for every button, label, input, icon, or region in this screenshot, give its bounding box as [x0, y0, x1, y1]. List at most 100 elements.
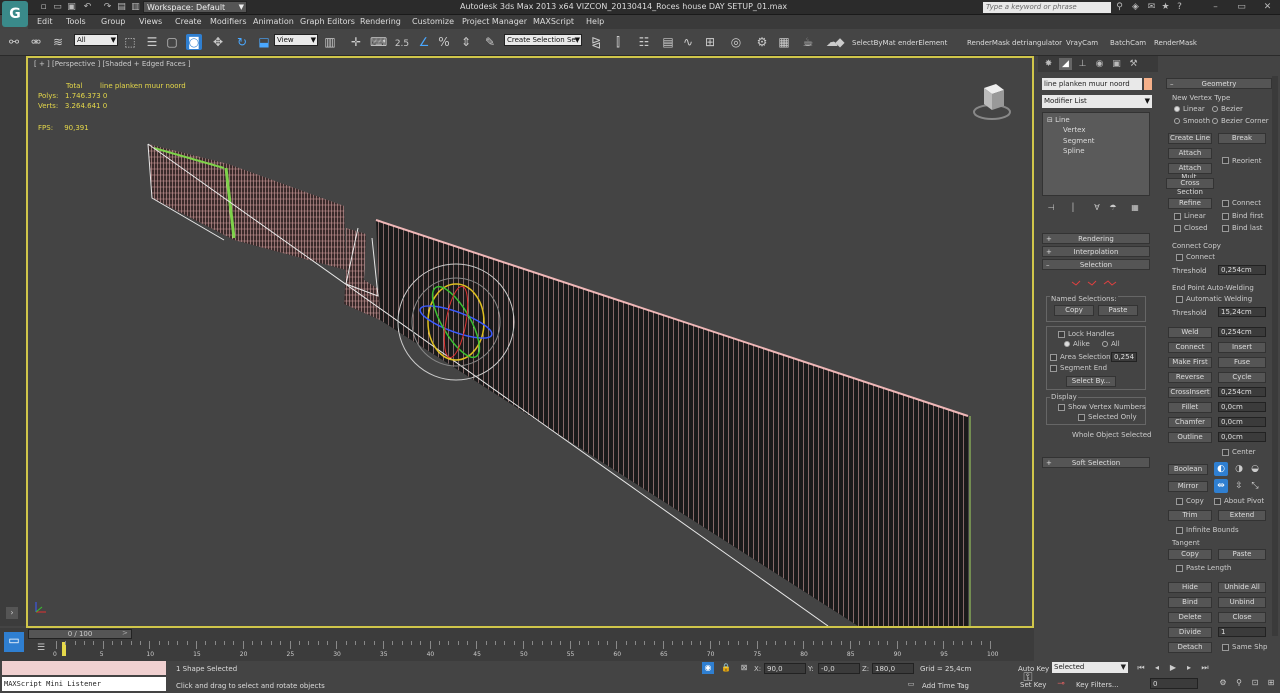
render-setup-icon[interactable]: ⚙	[754, 34, 770, 50]
graphite-ribbon-icon[interactable]: ▤	[660, 34, 676, 50]
app-logo-icon[interactable]: G	[2, 1, 28, 27]
maxscript-output[interactable]	[2, 661, 166, 675]
chamfer-button[interactable]: Chamfer	[1168, 417, 1212, 428]
align-icon[interactable]: ⫿	[610, 34, 626, 50]
redo-icon[interactable]: ↷	[102, 2, 113, 13]
menu-rendering[interactable]: Rendering	[360, 17, 401, 26]
divide-spinner[interactable]: 1	[1218, 627, 1266, 637]
fillet-button[interactable]: Fillet	[1168, 402, 1212, 413]
mirror-horizontal-icon[interactable]: ⇹	[1214, 479, 1228, 493]
edit-named-selection-icon[interactable]: ✎	[482, 34, 498, 50]
help-icon[interactable]: ?	[1174, 2, 1185, 13]
object-name-field[interactable]: line planken muur noord	[1042, 78, 1142, 90]
union-icon[interactable]: ◐	[1214, 462, 1228, 476]
y-coordinate-field[interactable]: -0,0	[818, 663, 860, 674]
rollout-rendering[interactable]: + Rendering	[1042, 233, 1150, 244]
project-folder-icon[interactable]: ▥	[130, 2, 141, 13]
new-file-icon[interactable]: ▫	[38, 2, 49, 13]
bind-button[interactable]: Bind	[1168, 597, 1212, 608]
add-time-tag-button[interactable]: Add Time Tag	[922, 682, 969, 690]
rollout-geometry[interactable]: – Geometry	[1166, 78, 1272, 89]
unlink-icon[interactable]: ⚮	[28, 34, 44, 50]
lock-handles-checkbox[interactable]	[1058, 331, 1065, 338]
close-icon[interactable]: ✕	[1262, 2, 1273, 13]
refine-button[interactable]: Refine	[1168, 198, 1212, 209]
stack-item-spline[interactable]: Spline	[1063, 147, 1085, 155]
subtraction-icon[interactable]: ◑	[1232, 462, 1246, 476]
select-manipulate-icon[interactable]: ✛	[348, 34, 364, 50]
fuse-button[interactable]: Fuse	[1218, 357, 1266, 368]
window-crossing-icon[interactable]: ◙	[186, 34, 202, 50]
break-button[interactable]: Break	[1218, 133, 1266, 144]
cycle-button[interactable]: Cycle	[1218, 372, 1266, 383]
maxscript-input[interactable]: MAXScript Mini Listener	[2, 677, 166, 691]
key-mode-dropdown[interactable]: Selected ▼	[1052, 662, 1128, 673]
menu-tools[interactable]: Tools	[66, 17, 86, 26]
threshold2-spinner[interactable]: 15,24cm	[1218, 307, 1266, 317]
selected-only-checkbox[interactable]	[1078, 414, 1085, 421]
attach-button[interactable]: Attach	[1168, 148, 1212, 159]
mirror-copy-checkbox[interactable]	[1176, 498, 1183, 505]
wall-segment-main[interactable]	[376, 220, 968, 626]
prev-frame-icon[interactable]: ◂	[1152, 663, 1162, 673]
make-unique-icon[interactable]: ∀	[1092, 203, 1102, 213]
menu-maxscript[interactable]: MAXScript	[533, 17, 574, 26]
trim-button[interactable]: Trim	[1168, 510, 1212, 521]
area-selection-checkbox[interactable]	[1050, 354, 1057, 361]
menu-project-manager[interactable]: Project Manager	[462, 17, 527, 26]
undo-icon[interactable]: ↶	[82, 2, 93, 13]
snaps-toggle-icon[interactable]: 2.5	[394, 34, 410, 50]
bezier-radio[interactable]	[1212, 106, 1218, 112]
goto-start-icon[interactable]: ⏮	[1136, 663, 1146, 673]
configure-modifier-sets-icon[interactable]: ▦	[1130, 203, 1140, 213]
show-vertex-numbers-checkbox[interactable]	[1058, 404, 1065, 411]
zoom-extents-icon[interactable]: ⊡	[1250, 678, 1260, 688]
curve-editor-mini-icon[interactable]: ☰	[34, 641, 48, 655]
lock-selection-icon[interactable]: 🔒	[720, 662, 732, 674]
rollout-soft-selection[interactable]: + Soft Selection	[1042, 457, 1150, 468]
save-icon[interactable]: ▣	[66, 2, 77, 13]
absolute-mode-icon[interactable]: ⊠	[738, 662, 750, 674]
intersection-icon[interactable]: ◒	[1248, 462, 1262, 476]
trackbar-toggle-icon[interactable]: ▭	[4, 632, 24, 652]
schematic-view-icon[interactable]: ⊞	[702, 34, 718, 50]
boolean-button[interactable]: Boolean	[1168, 464, 1208, 475]
spinner-snap-icon[interactable]: ⇕	[458, 34, 474, 50]
x-coordinate-field[interactable]: 90,0	[764, 663, 806, 674]
tangent-paste-button[interactable]: Paste	[1218, 549, 1266, 560]
current-frame-field[interactable]: 0	[1150, 678, 1198, 689]
same-shp-checkbox[interactable]	[1222, 644, 1229, 651]
unbind-button[interactable]: Unbind	[1218, 597, 1266, 608]
timeline-ruler[interactable]: 0 5 10 15 20 25 30 35 40 45 50 55 60 65 70 75 80 85 90 95 10…	[53, 641, 1034, 659]
maximize-icon[interactable]: ▭	[1236, 2, 1247, 13]
isolate-icon[interactable]: ◉	[702, 662, 714, 674]
pin-stack-icon[interactable]: ⊣	[1046, 203, 1056, 213]
angle-snap-icon[interactable]: ∠	[416, 34, 432, 50]
select-object-icon[interactable]: ⬚	[122, 34, 138, 50]
menu-customize[interactable]: Customize	[412, 17, 454, 26]
script-detriangulator[interactable]: detriangulator	[1012, 39, 1062, 47]
favorites-icon[interactable]: ★	[1160, 2, 1171, 13]
close-button[interactable]: Close	[1218, 612, 1266, 623]
object-color-swatch[interactable]	[1144, 78, 1152, 90]
mirror-both-icon[interactable]: ⤡	[1248, 479, 1262, 493]
mirror-button[interactable]: Mirror	[1168, 481, 1208, 492]
wall-segment-left[interactable]	[148, 144, 346, 270]
bind-space-warp-icon[interactable]: ≋	[50, 34, 66, 50]
about-pivot-checkbox[interactable]	[1214, 498, 1221, 505]
script-rendermask-2[interactable]: RenderMask	[1154, 39, 1197, 47]
connect-copy-checkbox[interactable]	[1176, 254, 1183, 261]
script-vraycam[interactable]: VrayCam	[1066, 39, 1098, 47]
key-filter-icon[interactable]: ⊸	[1054, 677, 1068, 691]
bezier-corner-radio[interactable]	[1212, 118, 1218, 124]
tangent-copy-button[interactable]: Copy	[1168, 549, 1212, 560]
time-config-icon[interactable]: ⚙	[1218, 678, 1228, 688]
alike-radio[interactable]	[1064, 341, 1070, 347]
automatic-welding-checkbox[interactable]	[1176, 296, 1183, 303]
scene-explorer-toggle[interactable]: ›	[6, 607, 18, 619]
time-slider[interactable]: 0 / 100	[28, 629, 132, 639]
goto-end-icon[interactable]: ⏭	[1200, 663, 1210, 673]
menu-group[interactable]: Group	[101, 17, 125, 26]
script-selectbymat[interactable]: SelectByMat	[852, 39, 896, 47]
set-key-button[interactable]: Set Key	[1020, 681, 1046, 689]
